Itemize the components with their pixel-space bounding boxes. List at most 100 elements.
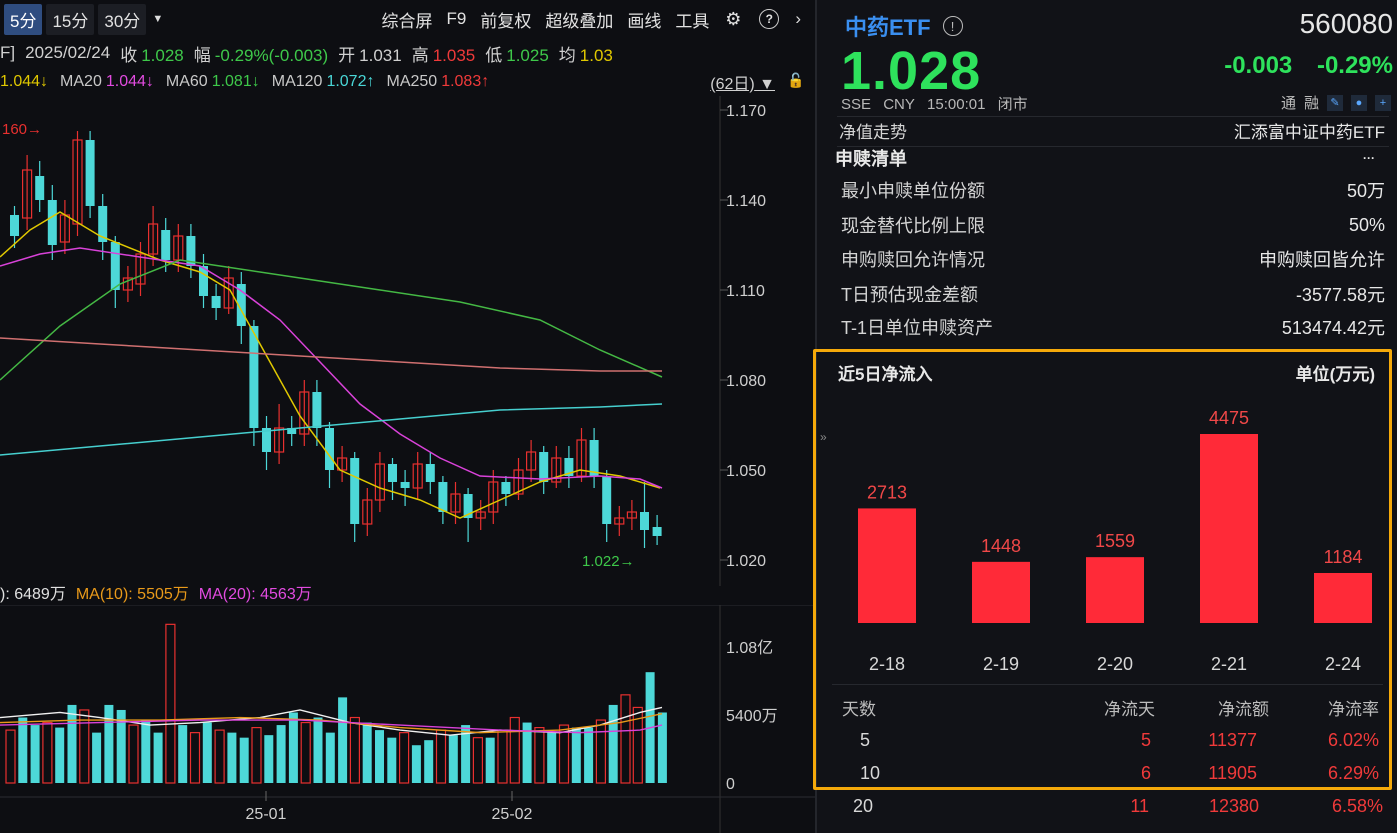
volume-ma20-line bbox=[0, 719, 663, 734]
chevron-right-icon[interactable]: › bbox=[795, 9, 801, 29]
tools-button[interactable]: 工具 bbox=[669, 4, 715, 35]
etf-change-value: -0.003 bbox=[1224, 52, 1293, 79]
detail-label: 申购赎回允许情况 bbox=[841, 250, 985, 270]
avg-value: 1.03 bbox=[579, 45, 613, 65]
detail-row: T-1日单位申赎资产 513474.42元 bbox=[841, 310, 1385, 344]
row-flow-rate: 6.58% bbox=[1331, 796, 1383, 816]
ma20-legend: MA20 1.044↓ bbox=[60, 73, 154, 91]
etf-code: 560080 bbox=[1299, 8, 1393, 39]
amp-label: 幅 -0.29%(-0.003) bbox=[194, 41, 328, 66]
redeem-list-title: 申赎清单 bbox=[835, 149, 907, 169]
candlestick-chart[interactable]: 1.170 1.140 1.110 1.080 1.050 1.020 160→ 1.022→ bbox=[0, 96, 815, 586]
candle-body bbox=[438, 482, 448, 512]
volume-bar bbox=[620, 694, 631, 784]
period-5min-button[interactable]: 5分 bbox=[4, 3, 43, 35]
low-value: 1.025 bbox=[506, 45, 549, 65]
volume-bar bbox=[42, 721, 53, 784]
ma250-value: 1.083↑ bbox=[441, 73, 490, 90]
draw-line-button[interactable]: 画线 bbox=[621, 4, 667, 35]
etf-tools: 通 融 ✎ ● + bbox=[1273, 92, 1391, 113]
currency-label: CNY bbox=[883, 96, 915, 113]
detail-row: 最小申赎单位份额 50万 bbox=[841, 173, 1385, 207]
nav-trend-label: 净值走势 bbox=[839, 122, 907, 142]
ma20-value: 1.044↓ bbox=[105, 73, 154, 90]
price-axis-label: 1.050 bbox=[726, 463, 766, 480]
volume-bar bbox=[214, 729, 225, 784]
inflow-bar bbox=[1314, 572, 1372, 623]
super-overlay-button[interactable]: 超级叠加 bbox=[539, 4, 619, 35]
row-days: 20 bbox=[853, 796, 874, 816]
volume-bar bbox=[338, 697, 348, 783]
candle-body bbox=[589, 440, 599, 476]
table-row[interactable]: 5 5 11377 6.02% bbox=[816, 730, 1389, 760]
volume-bar bbox=[497, 729, 508, 784]
edit-icon[interactable]: ✎ bbox=[1327, 94, 1343, 111]
nav-trend-value: 汇添富中证中药ETF bbox=[1233, 122, 1385, 142]
inflow-category-label: 2-18 bbox=[869, 654, 905, 674]
net-inflow-box: » 近5日净流入 单位(万元) 2713 2-18 1448 2-19 1559 2-20… bbox=[813, 349, 1392, 790]
add-icon[interactable]: + bbox=[1375, 94, 1391, 111]
close-label: 收 1.028 bbox=[120, 41, 184, 66]
ma10-value: 1.044↓ bbox=[0, 73, 49, 90]
inflow-bar bbox=[858, 508, 916, 623]
volume-bar bbox=[128, 724, 139, 784]
volume-bar bbox=[104, 704, 114, 783]
inflow-category-label: 2-20 bbox=[1097, 654, 1133, 674]
inflow-bar-label: 1184 bbox=[1324, 547, 1363, 567]
volume-value: ): 6489万 bbox=[0, 586, 66, 603]
volume-bar bbox=[18, 717, 28, 783]
inflow-bar bbox=[1086, 557, 1144, 623]
volume-bar bbox=[509, 716, 520, 784]
detail-value: 申购赎回皆允许 bbox=[1259, 250, 1385, 270]
volume-bar bbox=[595, 719, 607, 784]
inflow-bar bbox=[972, 561, 1030, 623]
candle-body bbox=[10, 215, 19, 236]
net-inflow-bar-chart: 2713 2-18 1448 2-19 1559 2-20 4475 2-21 1184 2-24 bbox=[858, 408, 1372, 674]
ma250-legend: MA250 1.083↑ bbox=[386, 73, 489, 91]
etf-title: 中药ETF ! bbox=[845, 10, 963, 42]
volume-bar bbox=[202, 722, 212, 783]
candle-body bbox=[652, 527, 662, 536]
header-flow-rate: 净流率 bbox=[1328, 700, 1379, 719]
gear-icon[interactable]: ⚙ bbox=[723, 9, 743, 29]
table-row[interactable]: 20 11 12380 6.58% bbox=[817, 796, 1397, 826]
detail-label: 最小申赎单位份额 bbox=[841, 181, 985, 201]
table-row[interactable]: 10 6 11905 6.29% bbox=[816, 763, 1389, 793]
more-icon[interactable]: ··· bbox=[1363, 151, 1375, 165]
candle-body bbox=[602, 476, 612, 524]
volume-chart[interactable]: 1.08亿 5400万 0 25-01 25-02 bbox=[0, 605, 815, 833]
lock-icon[interactable]: 🔓 bbox=[787, 72, 805, 90]
candle-body bbox=[388, 464, 397, 482]
f9-button[interactable]: F9 bbox=[440, 6, 472, 32]
kline-panel[interactable]: 5分 15分 30分 ▼ 综合屏 F9 前复权 超级叠加 画线 工具 ⚙ ? ›… bbox=[0, 0, 815, 833]
open-label-text: 开 bbox=[338, 45, 356, 65]
inflow-category-label: 2-19 bbox=[983, 654, 1019, 674]
volume-axis-label: 5400万 bbox=[726, 708, 778, 725]
row-flow-days: 6 bbox=[1140, 763, 1151, 783]
ma60-line bbox=[0, 259, 663, 381]
forward-adjust-button[interactable]: 前复权 bbox=[474, 4, 537, 35]
volume-ma10: MA(10): 5505万 bbox=[75, 586, 189, 603]
info-prefix: F] bbox=[0, 43, 16, 62]
volume-bar bbox=[276, 725, 286, 783]
row-flow-days: 11 bbox=[1130, 796, 1149, 816]
period-30min-button[interactable]: 30分 bbox=[98, 3, 147, 35]
volume-axis-label: 0 bbox=[726, 776, 735, 793]
row-days: 5 bbox=[860, 730, 871, 750]
period-dropdown-icon[interactable]: ▼ bbox=[152, 13, 163, 25]
volume-axis-label: 1.08亿 bbox=[726, 639, 773, 657]
period-15min-button[interactable]: 15分 bbox=[46, 3, 95, 35]
ma60-legend: MA60 1.081↓ bbox=[166, 73, 260, 91]
header-flow-amount: 净流额 bbox=[1218, 700, 1269, 719]
volume-bar bbox=[325, 732, 335, 783]
ma20-label: MA20 bbox=[60, 73, 102, 90]
tong-label: 通 bbox=[1280, 95, 1296, 112]
help-icon[interactable]: ? bbox=[759, 9, 780, 29]
composite-screen-button[interactable]: 综合屏 bbox=[375, 4, 438, 35]
info-icon[interactable]: ! bbox=[942, 16, 963, 36]
candle-body bbox=[501, 482, 511, 494]
period-days-button[interactable]: (62日) ▼ bbox=[710, 70, 775, 94]
low-label-text: 低 bbox=[485, 45, 503, 65]
inflow-category-label: 2-24 bbox=[1325, 654, 1361, 674]
alert-bell-icon[interactable]: ● bbox=[1351, 94, 1367, 111]
